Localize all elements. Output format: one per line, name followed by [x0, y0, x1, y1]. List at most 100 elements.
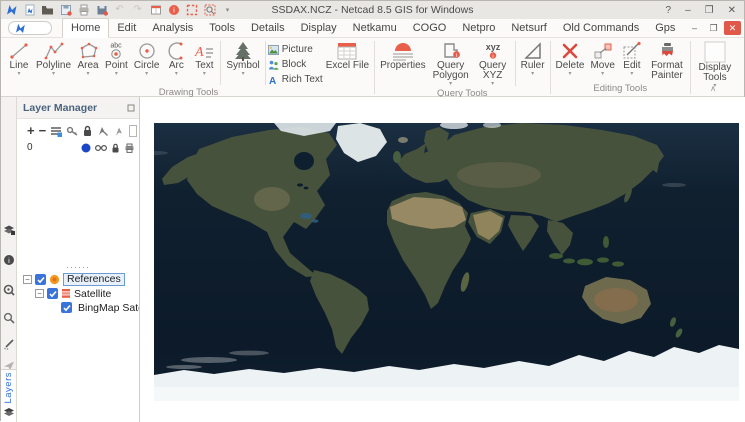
- layer-row-zero[interactable]: 0: [17, 140, 139, 155]
- excel-file-icon: [335, 41, 359, 61]
- key-icon[interactable]: [66, 125, 78, 137]
- remove-layer-button[interactable]: −: [39, 125, 47, 137]
- layers-tab-label: Layers: [3, 372, 14, 404]
- references-checkbox[interactable]: [35, 274, 46, 285]
- satellite-label[interactable]: Satellite: [74, 288, 111, 300]
- hudson-bay: [294, 152, 314, 170]
- row-lock-icon[interactable]: [111, 143, 120, 153]
- help-button[interactable]: ?: [666, 5, 672, 16]
- format-painter-button[interactable]: Format Painter: [646, 39, 688, 81]
- move-button[interactable]: Move▾: [587, 39, 617, 78]
- display-tools-button[interactable]: Display Tools▾: [693, 39, 737, 90]
- netcad-logo-icon[interactable]: [5, 4, 18, 17]
- world-map-canvas[interactable]: [154, 123, 739, 401]
- edit-button[interactable]: Edit▾: [618, 39, 646, 78]
- open-folder-icon[interactable]: [41, 4, 54, 17]
- close-button[interactable]: ✕: [728, 5, 736, 16]
- tab-tools[interactable]: Tools: [201, 19, 243, 37]
- select-arrow-icon[interactable]: [97, 125, 109, 137]
- add-layer-button[interactable]: +: [27, 125, 35, 137]
- shell-icon[interactable]: [2, 283, 16, 297]
- tree-row-bingmap[interactable]: BingMap Satellite I: [17, 301, 139, 315]
- tab-analysis[interactable]: Analysis: [144, 19, 201, 37]
- mdi-close-button[interactable]: ✕: [724, 21, 741, 35]
- tab-netpro[interactable]: Netpro: [454, 19, 503, 37]
- info-icon[interactable]: i: [167, 4, 180, 17]
- query-polygon-button[interactable]: i Query Polygon▾: [429, 39, 473, 88]
- symbol-button[interactable]: Symbol▾: [223, 39, 262, 78]
- mdi-minimize-button[interactable]: –: [686, 21, 703, 35]
- text-button[interactable]: A Text▾: [190, 39, 218, 78]
- layers-book-icon[interactable]: [2, 223, 16, 237]
- references-label[interactable]: References: [63, 273, 125, 286]
- minimize-button[interactable]: –: [685, 5, 691, 16]
- excel-file-button[interactable]: Excel File: [323, 39, 372, 71]
- picture-button[interactable]: Picture: [268, 42, 323, 57]
- expand-toggle[interactable]: −: [23, 275, 32, 284]
- redo-icon[interactable]: ↷: [131, 4, 144, 17]
- swatch-box[interactable]: [129, 125, 137, 137]
- bingmap-checkbox[interactable]: [61, 302, 72, 313]
- reference-tree: − References − Satellite BingMap Satelli…: [17, 271, 139, 315]
- zoom-region-icon[interactable]: [203, 4, 216, 17]
- map-viewport[interactable]: [140, 97, 745, 422]
- tab-gps[interactable]: Gps: [647, 19, 683, 37]
- tab-cogo[interactable]: COGO: [405, 19, 455, 37]
- save-icon[interactable]: [59, 4, 72, 17]
- delete-button[interactable]: Delete▾: [553, 39, 588, 78]
- tree-row-references[interactable]: − References: [17, 273, 139, 287]
- line-icon: [8, 41, 30, 61]
- magnifier-icon[interactable]: [2, 311, 16, 325]
- layer-list-button[interactable]: [50, 125, 62, 137]
- restore-button[interactable]: ❐: [705, 5, 714, 16]
- mdi-restore-button[interactable]: ❐: [705, 21, 722, 35]
- tab-old-commands[interactable]: Old Commands: [555, 19, 647, 37]
- qat-dropdown-caret-icon[interactable]: ▾: [221, 4, 234, 17]
- expand-toggle[interactable]: −: [35, 289, 44, 298]
- tab-home[interactable]: Home: [62, 18, 109, 38]
- window-controls: ? – ❐ ✕: [666, 1, 736, 19]
- area-button[interactable]: Area▾: [74, 39, 102, 78]
- collapse-ribbon-button[interactable]: ∧: [710, 84, 716, 93]
- layer-list-empty-area[interactable]: [17, 155, 139, 263]
- print-icon[interactable]: [77, 4, 90, 17]
- tab-details[interactable]: Details: [243, 19, 293, 37]
- query-xyz-button[interactable]: xyzi Query XYZ▾: [473, 39, 513, 88]
- export-icon[interactable]: [95, 4, 108, 17]
- group-label-editing: Editing Tools: [553, 83, 688, 96]
- sketch-icon[interactable]: [2, 337, 16, 351]
- ruler-button[interactable]: Ruler▾: [518, 39, 548, 78]
- bingmap-label[interactable]: BingMap Satellite I: [78, 302, 139, 314]
- line-button[interactable]: Line▾: [5, 39, 33, 78]
- satellite-checkbox[interactable]: [47, 288, 58, 299]
- rich-text-button[interactable]: A Rich Text: [268, 72, 323, 87]
- visibility-glasses-icon[interactable]: [95, 143, 107, 152]
- select-region-icon[interactable]: [185, 4, 198, 17]
- tab-display[interactable]: Display: [293, 19, 345, 37]
- layers-side-tab[interactable]: Layers: [1, 369, 16, 422]
- select-arrow-alt-icon[interactable]: [113, 125, 125, 137]
- point-button[interactable]: abc Point▾: [102, 39, 131, 78]
- area-icon: [77, 41, 99, 61]
- lock-icon[interactable]: [82, 125, 93, 137]
- new-document-icon[interactable]: [23, 4, 36, 17]
- layer-color-dot[interactable]: [81, 143, 91, 153]
- info-circle-icon[interactable]: i: [2, 253, 16, 267]
- undo-icon[interactable]: ↶: [113, 4, 126, 17]
- tab-edit[interactable]: Edit: [109, 19, 144, 37]
- app-menu-button[interactable]: [8, 21, 52, 35]
- polyline-button[interactable]: Polyline▾: [33, 39, 74, 78]
- arc-button[interactable]: Arc▾: [162, 39, 190, 78]
- picture-icon: [268, 45, 279, 55]
- print-row-icon[interactable]: [124, 143, 135, 153]
- panel-splitter[interactable]: ······: [17, 263, 139, 271]
- table-window-icon[interactable]: [149, 4, 162, 17]
- philippines: [603, 236, 609, 248]
- circle-button[interactable]: Circle▾: [131, 39, 163, 78]
- tree-row-satellite[interactable]: − Satellite: [17, 287, 139, 301]
- tab-netkamu[interactable]: Netkamu: [345, 19, 405, 37]
- tab-netsurf[interactable]: Netsurf: [503, 19, 554, 37]
- block-button[interactable]: Block: [268, 57, 323, 72]
- pin-icon[interactable]: [127, 104, 135, 112]
- properties-button[interactable]: Properties: [377, 39, 429, 71]
